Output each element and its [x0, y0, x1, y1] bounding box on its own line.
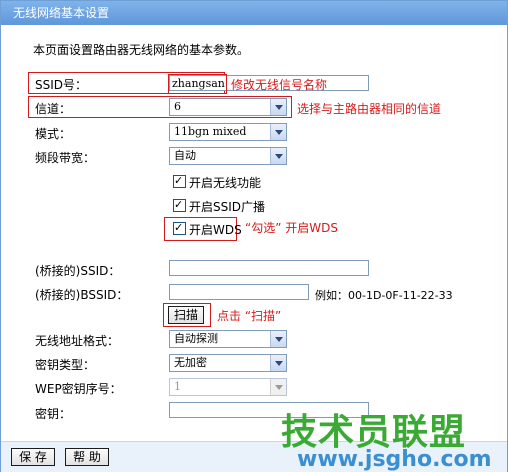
address-format-value: 自动探测: [174, 332, 218, 345]
channel-select[interactable]: 6: [169, 98, 287, 116]
enable-wds-row[interactable]: 开启WDS: [173, 220, 242, 238]
wep-index-select: 1: [169, 378, 287, 396]
enable-wireless-checkbox[interactable]: [173, 173, 186, 189]
bssid-example: 例如：00-1D-0F-11-22-33: [315, 289, 453, 302]
bandwidth-select[interactable]: 自动: [169, 147, 287, 165]
ssid-label: SSID号：: [35, 78, 88, 92]
enable-wds-checkbox[interactable]: [173, 220, 186, 236]
channel-label: 信道：: [35, 102, 72, 116]
settings-panel: 无线网络基本设置 本页面设置路由器无线网络的基本参数。 SSID号： zhang…: [0, 0, 508, 472]
save-button[interactable]: 保 存: [11, 448, 55, 466]
intro-text: 本页面设置路由器无线网络的基本参数。: [33, 43, 250, 57]
ssid-value-highlight: [168, 74, 227, 94]
enable-ssid-broadcast-label: 开启SSID广播: [189, 200, 266, 214]
chevron-down-icon[interactable]: [270, 99, 286, 115]
ssid-annotation: 修改无线信号名称: [231, 78, 328, 92]
channel-value: 6: [174, 100, 181, 113]
channel-annotation: 选择与主路由器相同的信道: [297, 102, 442, 116]
scan-button[interactable]: 扫描: [168, 306, 204, 324]
wds-annotation: “勾选” 开启WDS: [245, 221, 338, 235]
bridged-bssid-input[interactable]: [169, 284, 309, 300]
bridged-ssid-label: (桥接的)SSID：: [35, 264, 121, 278]
scan-annotation: 点击 “扫描”: [217, 309, 282, 323]
enable-wireless-row[interactable]: 开启无线功能: [173, 173, 262, 191]
bandwidth-label: 频段带宽：: [35, 151, 96, 165]
wep-index-value: 1: [174, 380, 181, 393]
chevron-down-icon[interactable]: [270, 124, 286, 140]
bandwidth-value: 自动: [174, 149, 196, 162]
key-type-value: 无加密: [174, 356, 207, 369]
chevron-down-icon[interactable]: [270, 148, 286, 164]
address-format-select[interactable]: 自动探测: [169, 330, 287, 348]
page-title: 无线网络基本设置: [13, 6, 110, 20]
chevron-down-icon[interactable]: [270, 355, 286, 371]
mode-label: 模式：: [35, 127, 72, 141]
title-bar: 无线网络基本设置: [1, 1, 507, 25]
address-format-label: 无线地址格式：: [35, 334, 120, 348]
watermark-url: www.jsgho.com: [297, 447, 492, 472]
key-label: 密钥：: [35, 407, 72, 421]
mode-select[interactable]: 11bgn mixed: [169, 123, 287, 141]
bridged-bssid-label: (桥接的)BSSID：: [35, 288, 129, 302]
enable-ssid-broadcast-checkbox[interactable]: [173, 197, 186, 213]
chevron-down-icon[interactable]: [270, 331, 286, 347]
enable-ssid-broadcast-row[interactable]: 开启SSID广播: [173, 197, 266, 215]
enable-wds-label: 开启WDS: [189, 223, 242, 237]
bridged-ssid-input[interactable]: [169, 260, 369, 276]
enable-wireless-label: 开启无线功能: [189, 176, 262, 190]
key-type-select[interactable]: 无加密: [169, 354, 287, 372]
mode-value: 11bgn mixed: [174, 125, 247, 138]
key-type-label: 密钥类型：: [35, 358, 96, 372]
chevron-down-icon: [270, 379, 286, 395]
wep-index-label: WEP密钥序号：: [35, 382, 122, 396]
help-button[interactable]: 帮 助: [65, 448, 109, 466]
